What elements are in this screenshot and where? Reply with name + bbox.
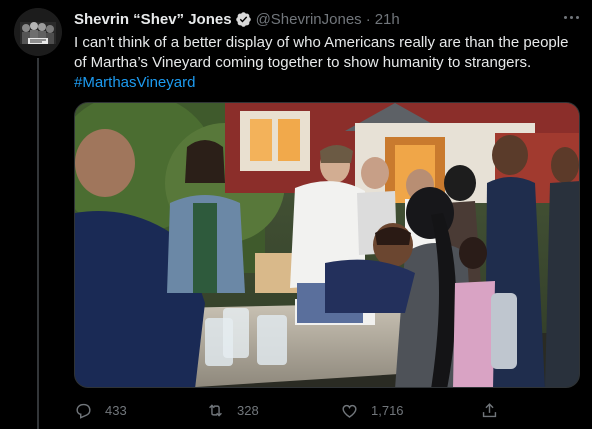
retweet-button[interactable]: 328 [206, 398, 259, 422]
tweet-photo[interactable] [74, 102, 580, 388]
more-options-button[interactable] [556, 6, 586, 28]
tweet-header: Shevrin “Shev” Jones @ShevrinJones · 21h [74, 9, 400, 29]
more-dot-icon [569, 15, 573, 19]
retweet-icon [209, 403, 222, 417]
tweet[interactable]: Shevrin “Shev” Jones @ShevrinJones · 21h… [0, 0, 592, 429]
tweet-text: I can’t think of a better display of who… [74, 33, 584, 93]
avatar-photo-icon [14, 8, 62, 56]
author-avatar[interactable] [14, 8, 62, 56]
tweet-timestamp[interactable]: 21h [375, 11, 400, 28]
hashtag-link[interactable]: #MarthasVineyard [74, 74, 195, 91]
retweet-count: 328 [237, 402, 259, 418]
heart-icon [342, 404, 357, 418]
reply-icon [76, 403, 91, 419]
verified-badge-icon [235, 11, 251, 27]
author-handle[interactable]: @ShevrinJones [256, 11, 362, 28]
share-icon [482, 402, 497, 417]
like-count: 1,716 [371, 402, 404, 418]
separator-dot: · [365, 10, 371, 28]
like-button[interactable]: 1,716 [340, 398, 404, 422]
reply-count: 433 [105, 402, 127, 418]
more-dot-icon [575, 15, 579, 19]
more-dot-icon [563, 15, 567, 19]
reply-button[interactable]: 433 [74, 398, 127, 422]
author-display-name[interactable]: Shevrin “Shev” Jones [74, 11, 232, 28]
thread-line [37, 58, 39, 429]
photo-icon [75, 103, 579, 387]
share-button[interactable] [480, 398, 499, 422]
tweet-actions: 433 328 1,716 [74, 398, 504, 422]
tweet-body: I can’t think of a better display of who… [74, 34, 569, 71]
